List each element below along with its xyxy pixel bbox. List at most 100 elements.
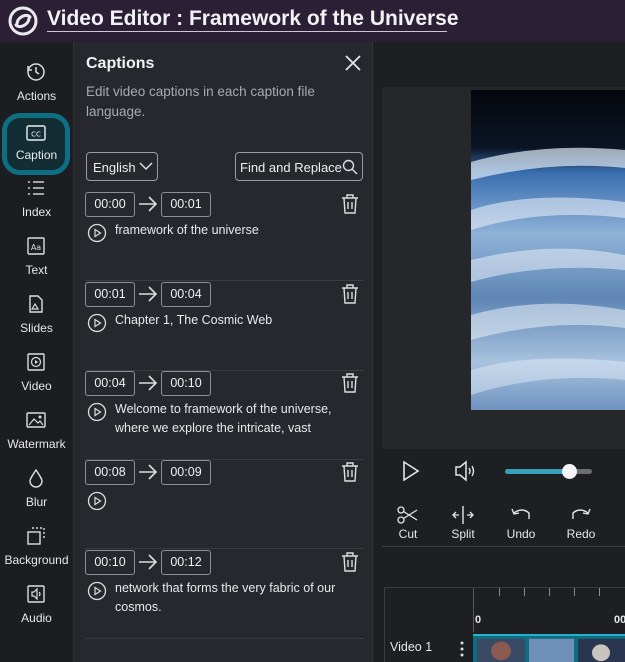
rail-item-caption[interactable]: CC Caption bbox=[0, 113, 73, 175]
list-icon bbox=[28, 181, 44, 195]
caption-text[interactable]: Chapter 1, The Cosmic Web bbox=[115, 311, 365, 330]
rail-label: Actions bbox=[16, 89, 57, 103]
rail-label: Audio bbox=[21, 611, 52, 625]
top-bar: Video Editor : Framework of the Universe bbox=[0, 0, 625, 42]
droplet-icon bbox=[29, 468, 43, 488]
rail-item-audio[interactable]: Audio bbox=[0, 578, 73, 636]
ruler-tick bbox=[574, 588, 575, 596]
caption-end-time[interactable]: 00:12 bbox=[161, 550, 211, 575]
caption-item: 00:10 00:12 network that forms the very … bbox=[85, 550, 364, 639]
close-icon[interactable] bbox=[342, 52, 364, 74]
rail-label: Background bbox=[4, 553, 69, 567]
rail-label: Slides bbox=[20, 321, 53, 335]
volume-slider[interactable] bbox=[505, 464, 592, 479]
tool-label: Redo bbox=[566, 527, 596, 541]
captions-panel: Captions Edit video captions in each cap… bbox=[73, 42, 373, 662]
cut-button[interactable]: Cut bbox=[388, 505, 428, 545]
rail-item-actions[interactable]: Actions bbox=[0, 56, 73, 114]
caption-end-time[interactable]: 00:04 bbox=[161, 282, 211, 307]
caption-end-time[interactable]: 00:01 bbox=[161, 192, 211, 217]
trash-icon[interactable] bbox=[340, 283, 360, 305]
rail-item-index[interactable]: Index bbox=[0, 172, 73, 230]
rail-item-watermark[interactable]: Watermark bbox=[0, 404, 73, 462]
play-caption-icon[interactable] bbox=[87, 491, 107, 511]
caption-text[interactable]: Welcome to framework of the universe, wh… bbox=[115, 400, 365, 438]
video-track-clip[interactable] bbox=[473, 634, 625, 662]
ruler-label: 0 bbox=[475, 614, 482, 626]
cc-icon: CC bbox=[26, 125, 46, 141]
split-button[interactable]: Split bbox=[443, 505, 483, 545]
split-icon bbox=[452, 506, 474, 524]
caption-item: 00:08 00:09 bbox=[85, 460, 364, 549]
left-toolbar: Actions CC Caption Index Aa Text Slides … bbox=[0, 42, 73, 662]
caption-item: 00:04 00:10 Welcome to framework of the … bbox=[85, 371, 364, 460]
rail-item-blur[interactable]: Blur bbox=[0, 462, 73, 520]
rail-item-video[interactable]: Video bbox=[0, 346, 73, 404]
slides-icon bbox=[29, 295, 43, 313]
background-icon bbox=[27, 527, 45, 545]
title-underline bbox=[47, 31, 447, 32]
video-preview[interactable] bbox=[471, 90, 625, 410]
play-caption-icon[interactable] bbox=[87, 223, 107, 243]
play-caption-icon[interactable] bbox=[87, 313, 107, 333]
volume-slider-thumb[interactable] bbox=[561, 464, 577, 479]
undo-icon bbox=[511, 508, 530, 519]
rail-item-slides[interactable]: Slides bbox=[0, 288, 73, 346]
caption-start-time[interactable]: 00:10 bbox=[85, 550, 135, 575]
caption-start-time[interactable]: 00:08 bbox=[85, 460, 135, 485]
search-icon bbox=[342, 159, 358, 175]
arrow-right-icon bbox=[139, 375, 158, 391]
play-caption-icon[interactable] bbox=[87, 402, 107, 422]
rail-label: Index bbox=[21, 205, 52, 219]
audio-file-icon bbox=[27, 585, 45, 603]
trash-icon[interactable] bbox=[340, 551, 360, 573]
play-caption-icon[interactable] bbox=[87, 581, 107, 601]
video-file-icon bbox=[27, 353, 45, 371]
chevron-down-icon bbox=[139, 162, 153, 171]
rail-label: Video bbox=[21, 379, 52, 393]
text-box-icon: Aa bbox=[27, 237, 45, 255]
track-label: Video 1 bbox=[390, 640, 433, 654]
svg-text:Aa: Aa bbox=[31, 243, 41, 252]
timeline: 0 00 Video 1 bbox=[384, 587, 625, 662]
language-select[interactable]: English bbox=[86, 152, 158, 181]
arrow-right-icon bbox=[139, 464, 158, 480]
rail-item-background[interactable]: Background bbox=[0, 520, 73, 578]
caption-end-time[interactable]: 00:10 bbox=[161, 371, 211, 396]
volume-slider-fill bbox=[505, 469, 569, 474]
more-vertical-icon[interactable] bbox=[458, 640, 466, 658]
caption-item: 00:01 00:04 Chapter 1, The Cosmic Web bbox=[85, 282, 364, 371]
trash-icon[interactable] bbox=[340, 372, 360, 394]
arrow-right-icon bbox=[139, 554, 158, 570]
rail-label: Caption bbox=[15, 148, 58, 162]
scissors-icon bbox=[397, 506, 418, 524]
arrow-right-icon bbox=[139, 286, 158, 302]
app-title[interactable]: Video Editor : Framework of the Universe bbox=[47, 7, 459, 31]
redo-button[interactable]: Redo bbox=[561, 505, 601, 545]
undo-button[interactable]: Undo bbox=[501, 505, 541, 545]
rail-item-text[interactable]: Aa Text bbox=[0, 230, 73, 288]
play-icon[interactable] bbox=[402, 461, 420, 481]
volume-icon[interactable] bbox=[454, 460, 478, 482]
language-value: English bbox=[93, 160, 136, 175]
find-replace-button[interactable]: Find and Replace bbox=[235, 152, 363, 181]
caption-start-time[interactable]: 00:01 bbox=[85, 282, 135, 307]
ruler-tick bbox=[549, 588, 550, 596]
caption-start-time[interactable]: 00:00 bbox=[85, 192, 135, 217]
tool-label: Undo bbox=[506, 527, 536, 541]
image-icon bbox=[26, 412, 46, 428]
caption-start-time[interactable]: 00:04 bbox=[85, 371, 135, 396]
ruler-tick bbox=[499, 588, 500, 596]
trash-icon[interactable] bbox=[340, 461, 360, 483]
ruler-tick bbox=[524, 588, 525, 596]
app-logo-icon bbox=[8, 6, 38, 36]
timeline-ruler[interactable]: 0 00 bbox=[473, 588, 625, 632]
redo-icon bbox=[572, 508, 591, 519]
history-icon bbox=[27, 63, 45, 81]
tool-label: Cut bbox=[398, 527, 418, 541]
caption-end-time[interactable]: 00:09 bbox=[161, 460, 211, 485]
trash-icon[interactable] bbox=[340, 193, 360, 215]
caption-text[interactable]: framework of the universe bbox=[115, 221, 365, 240]
panel-title: Captions bbox=[86, 55, 155, 72]
caption-text[interactable]: network that forms the very fabric of ou… bbox=[115, 579, 365, 617]
